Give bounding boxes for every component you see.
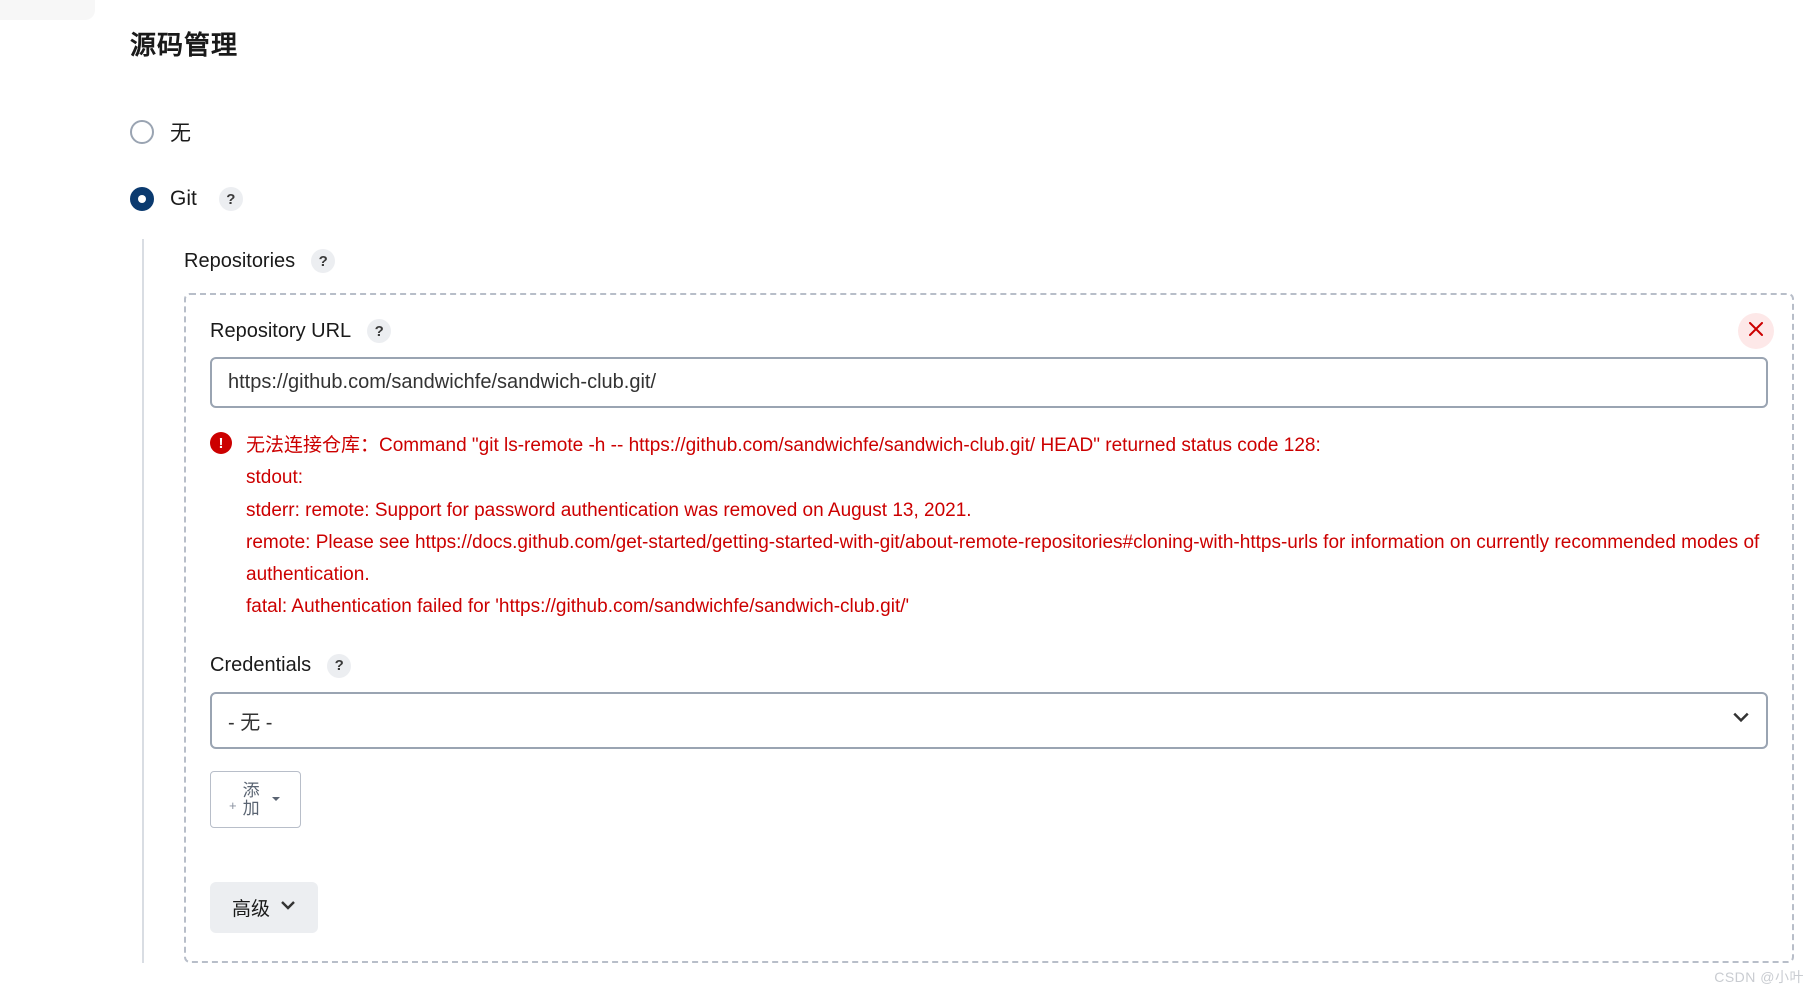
radio-label-git: Git <box>170 187 197 211</box>
close-icon <box>1749 320 1763 342</box>
repo-url-label-text: Repository URL <box>210 320 351 343</box>
caret-down-icon <box>264 790 282 810</box>
repo-url-label: Repository URL ? <box>210 319 1768 343</box>
error-message: 无法连接仓库：Command "git ls-remote -h -- http… <box>246 430 1768 624</box>
add-button-label: 添 加 <box>243 782 260 818</box>
remove-repository-button[interactable] <box>1738 313 1774 349</box>
plus-icon: + <box>229 798 237 813</box>
main-content: 源码管理 无 Git ? Repositories ? Repository U… <box>130 25 1812 963</box>
repositories-label: Repositories ? <box>184 249 1812 273</box>
radio-option-git[interactable]: Git ? <box>130 187 1812 211</box>
advanced-button-label: 高级 <box>232 894 270 921</box>
help-icon[interactable]: ? <box>367 319 391 343</box>
radio-label-none: 无 <box>170 117 191 147</box>
sidebar-stub <box>0 0 95 20</box>
radio-icon <box>130 187 154 211</box>
radio-option-none[interactable]: 无 <box>130 117 1812 147</box>
help-icon[interactable]: ? <box>311 249 335 273</box>
repo-url-input[interactable] <box>210 357 1768 408</box>
repositories-label-text: Repositories <box>184 250 295 273</box>
credentials-selected-value: - 无 - <box>228 712 272 734</box>
chevron-down-icon <box>280 897 296 919</box>
error-block: ! 无法连接仓库：Command "git ls-remote -h -- ht… <box>210 430 1768 624</box>
repository-block: Repository URL ? ! 无法连接仓库：Command "git l… <box>184 293 1794 963</box>
advanced-button[interactable]: 高级 <box>210 882 318 933</box>
watermark: CSDN @小叶 <box>1714 967 1804 987</box>
radio-icon <box>130 120 154 144</box>
credentials-label-text: Credentials <box>210 654 311 677</box>
git-section-body: Repositories ? Repository URL ? ! 无法连接仓库… <box>142 239 1812 963</box>
error-icon: ! <box>210 432 232 454</box>
help-icon[interactable]: ? <box>327 654 351 678</box>
credentials-select[interactable]: - 无 - <box>210 692 1768 749</box>
credentials-select-wrap: - 无 - <box>210 692 1768 749</box>
credentials-label: Credentials ? <box>210 654 1768 678</box>
section-title: 源码管理 <box>130 25 1812 62</box>
add-credentials-button[interactable]: + 添 加 <box>210 771 301 829</box>
help-icon[interactable]: ? <box>219 187 243 211</box>
